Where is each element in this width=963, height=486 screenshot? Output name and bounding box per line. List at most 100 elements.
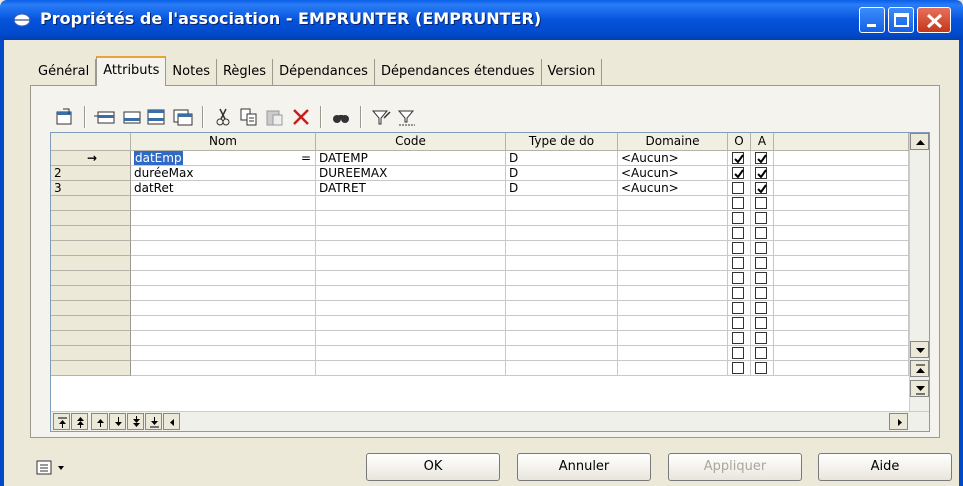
cell-type[interactable] [506, 331, 618, 346]
cell-type[interactable]: D [506, 181, 618, 196]
scroll-up-button[interactable] [910, 133, 929, 150]
checkbox-o[interactable] [732, 332, 744, 344]
checkbox-o[interactable] [732, 362, 744, 374]
row-header[interactable] [51, 301, 131, 316]
minimize-button[interactable] [859, 7, 885, 33]
cell-type[interactable]: D [506, 151, 618, 166]
cell-code[interactable]: DATEMP [316, 151, 506, 166]
checkbox-o[interactable] [732, 152, 744, 164]
checkbox-a[interactable] [755, 182, 767, 194]
cell-nom[interactable] [131, 226, 316, 241]
cell-code[interactable] [316, 226, 506, 241]
cell-nom[interactable] [131, 211, 316, 226]
checkbox-a[interactable] [755, 152, 767, 164]
checkbox-a[interactable] [755, 362, 767, 374]
checkbox-o[interactable] [732, 167, 744, 179]
cell-domaine[interactable] [618, 241, 728, 256]
apply-button[interactable]: Appliquer [668, 453, 802, 481]
cell-code[interactable]: DUREEMAX [316, 166, 506, 181]
column-header-code[interactable]: Code [316, 133, 506, 151]
tab-dependances[interactable]: Dépendances [273, 59, 375, 85]
checkbox-a[interactable] [755, 167, 767, 179]
cell-nom[interactable] [131, 256, 316, 271]
copy-button[interactable] [238, 106, 260, 128]
cell-code[interactable] [316, 256, 506, 271]
checkbox-o[interactable] [732, 347, 744, 359]
filter-clear-button[interactable] [396, 106, 418, 128]
cell-type[interactable] [506, 271, 618, 286]
checkbox-a[interactable] [755, 212, 767, 224]
scroll-bottom-button[interactable] [910, 380, 929, 397]
cell-domaine[interactable] [618, 316, 728, 331]
cell-domaine[interactable]: <Aucun> [618, 151, 728, 166]
move-page-down-button[interactable] [127, 413, 144, 430]
cell-type[interactable] [506, 256, 618, 271]
cell-code[interactable] [316, 211, 506, 226]
checkbox-a[interactable] [755, 287, 767, 299]
cell-domaine[interactable] [618, 301, 728, 316]
cell-nom[interactable] [131, 271, 316, 286]
tab-regles[interactable]: Règles [217, 59, 274, 85]
scroll-down-button[interactable] [910, 341, 929, 358]
checkbox-a[interactable] [755, 257, 767, 269]
cell-domaine[interactable]: <Aucun> [618, 166, 728, 181]
cell-nom[interactable] [131, 346, 316, 361]
cell-type[interactable] [506, 346, 618, 361]
add-row-button[interactable] [120, 106, 142, 128]
checkbox-o[interactable] [732, 317, 744, 329]
cell-type[interactable] [506, 226, 618, 241]
help-button[interactable]: Aide [818, 453, 952, 481]
close-button[interactable] [917, 7, 951, 33]
checkbox-o[interactable] [732, 302, 744, 314]
cell-code[interactable] [316, 316, 506, 331]
domain-equals-button[interactable]: = [301, 151, 311, 165]
tab-general[interactable]: Général [36, 59, 97, 85]
tab-notes[interactable]: Notes [166, 59, 217, 85]
row-header[interactable]: 3 [51, 181, 131, 196]
checkbox-o[interactable] [732, 212, 744, 224]
cell-domaine[interactable] [618, 286, 728, 301]
checkbox-a[interactable] [755, 317, 767, 329]
cell-type[interactable] [506, 361, 618, 376]
checkbox-a[interactable] [755, 242, 767, 254]
scroll-left-button[interactable] [163, 413, 180, 430]
checkbox-a[interactable] [755, 227, 767, 239]
cell-code[interactable] [316, 331, 506, 346]
column-header-type[interactable]: Type de do [506, 133, 618, 151]
delete-button[interactable] [290, 106, 312, 128]
properties-button[interactable] [54, 106, 76, 128]
column-header-domaine[interactable]: Domaine [618, 133, 728, 151]
list-menu-button[interactable] [36, 459, 76, 477]
cell-nom[interactable] [131, 196, 316, 211]
column-header-nom[interactable]: Nom [131, 133, 316, 151]
cell-domaine[interactable] [618, 346, 728, 361]
checkbox-o[interactable] [732, 272, 744, 284]
row-header[interactable] [51, 196, 131, 211]
vertical-scrollbar[interactable] [909, 133, 929, 411]
cell-domaine[interactable]: <Aucun> [618, 181, 728, 196]
row-header[interactable] [51, 211, 131, 226]
cell-nom[interactable]: duréeMax [131, 166, 316, 181]
row-header[interactable] [51, 286, 131, 301]
checkbox-a[interactable] [755, 272, 767, 284]
cell-domaine[interactable] [618, 271, 728, 286]
checkbox-o[interactable] [732, 227, 744, 239]
checkbox-o[interactable] [732, 257, 744, 269]
row-header[interactable] [51, 346, 131, 361]
cell-domaine[interactable] [618, 256, 728, 271]
cell-domaine[interactable] [618, 196, 728, 211]
paste-button[interactable] [264, 106, 286, 128]
attributes-grid[interactable]: Nom Code Type de do Domaine O A → datEmp =… [50, 132, 930, 432]
filter-button[interactable] [370, 106, 392, 128]
checkbox-o[interactable] [732, 182, 744, 194]
cell-type[interactable] [506, 241, 618, 256]
cell-type[interactable] [506, 301, 618, 316]
cell-nom[interactable]: datRet [131, 181, 316, 196]
move-top-button[interactable] [53, 413, 70, 430]
scroll-top-button[interactable] [910, 360, 929, 377]
find-button[interactable] [330, 106, 352, 128]
horizontal-scrollbar[interactable] [51, 411, 929, 431]
checkbox-a[interactable] [755, 302, 767, 314]
tab-attributs[interactable]: Attributs [96, 56, 167, 86]
checkbox-o[interactable] [732, 242, 744, 254]
